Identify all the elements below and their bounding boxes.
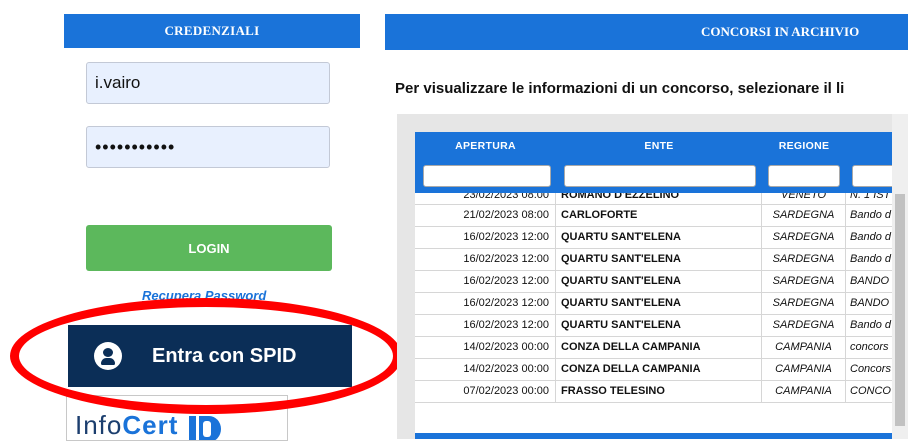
cell-regione: CAMPANIA [762,359,846,381]
page-scrollbar[interactable] [892,114,908,439]
infocert-id-button[interactable]: InfoCert [66,395,288,441]
cell-ente: QUARTU SANT'ELENA [556,315,762,337]
cell-apertura: 16/02/2023 12:00 [415,271,556,293]
user-icon [94,342,122,370]
table-row[interactable]: 16/02/2023 12:00 QUARTU SANT'ELENA SARDEGN… [415,249,908,271]
cell-apertura: 16/02/2023 12:00 [415,293,556,315]
archive-panel: CONCORSI IN ARCHIVIO Per visualizzare le… [385,0,908,439]
spid-login-button[interactable]: Entra con SPID [68,325,352,387]
recover-password-link[interactable]: Recupera Password [142,288,282,308]
table-body: 23/02/2023 08:00 ROMANO D'EZZELINO VENETO N… [415,193,908,439]
scrollbar-thumb[interactable] [895,194,905,426]
infocert-logo: InfoCert [75,410,179,440]
cell-ente: QUARTU SANT'ELENA [556,293,762,315]
cell-regione: CAMPANIA [762,381,846,403]
table-row[interactable]: 21/02/2023 08:00 CARLOFORTE SARDEGNA Bando … [415,205,908,227]
cell-regione: SARDEGNA [762,205,846,227]
archive-header: CONCORSI IN ARCHIVIO [385,14,908,50]
username-field[interactable] [86,62,330,104]
cell-regione: SARDEGNA [762,227,846,249]
table-row[interactable]: 23/02/2023 08:00 ROMANO D'EZZELINO VENETO N… [415,193,908,205]
column-header-ente[interactable]: ENTE [556,132,762,165]
infocert-logo-prefix: Info [75,410,123,440]
cell-apertura: 16/02/2023 12:00 [415,249,556,271]
instructions-text: Per visualizzare le informazioni di un c… [395,80,845,97]
cell-apertura: 14/02/2023 00:00 [415,337,556,359]
cell-regione: SARDEGNA [762,249,846,271]
cell-apertura: 21/02/2023 08:00 [415,205,556,227]
credentials-header: CREDENZIALI [64,14,360,48]
cell-ente: CONZA DELLA CAMPANIA [556,337,762,359]
filter-regione-input[interactable] [768,165,840,187]
cell-ente: FRASSO TELESINO [556,381,762,403]
cell-ente: QUARTU SANT'ELENA [556,271,762,293]
cell-apertura: 16/02/2023 12:00 [415,315,556,337]
table-row[interactable]: 16/02/2023 12:00 QUARTU SANT'ELENA SARDEGN… [415,227,908,249]
cell-regione: VENETO [762,193,846,205]
cell-regione: SARDEGNA [762,293,846,315]
password-field[interactable] [86,126,330,168]
cell-ente: CARLOFORTE [556,205,762,227]
cell-apertura: 07/02/2023 00:00 [415,381,556,403]
cell-regione: SARDEGNA [762,315,846,337]
table-filter-row [415,165,908,193]
cell-ente: QUARTU SANT'ELENA [556,249,762,271]
table-row[interactable]: 16/02/2023 12:00 QUARTU SANT'ELENA SARDEGN… [415,271,908,293]
cell-ente: QUARTU SANT'ELENA [556,227,762,249]
infocert-logo-suffix: Cert [122,410,179,440]
filter-apertura-input[interactable] [423,165,551,187]
login-button[interactable]: LOGIN [86,225,332,271]
table-row[interactable]: 14/02/2023 00:00 CONZA DELLA CAMPANIA CAMP… [415,337,908,359]
cell-regione: CAMPANIA [762,337,846,359]
table-row[interactable]: 14/02/2023 00:00 CONZA DELLA CAMPANIA CAMP… [415,359,908,381]
cell-ente: ROMANO D'EZZELINO [556,193,762,205]
table-row[interactable]: 16/02/2023 12:00 QUARTU SANT'ELENA SARDEGN… [415,293,908,315]
column-header-regione[interactable]: REGIONE [762,132,846,165]
table-footer [415,433,908,439]
table-row[interactable]: 16/02/2023 12:00 QUARTU SANT'ELENA SARDEGN… [415,315,908,337]
infocert-id-icon [189,416,221,440]
table-row[interactable]: 07/02/2023 00:00 FRASSO TELESINO CAMPANIA C… [415,381,908,403]
cell-apertura: 23/02/2023 08:00 [415,193,556,205]
cell-apertura: 14/02/2023 00:00 [415,359,556,381]
column-header-apertura[interactable]: APERTURA [415,132,556,165]
filter-ente-input[interactable] [564,165,756,187]
concorsi-table: APERTURA ENTE REGIONE 23/02/2023 08:00 RO… [397,114,908,439]
spid-button-label: Entra con SPID [152,344,297,367]
cell-apertura: 16/02/2023 12:00 [415,227,556,249]
table-header-row: APERTURA ENTE REGIONE [415,132,908,165]
credentials-panel: CREDENZIALI LOGIN Recupera Password Entr… [0,0,402,441]
cell-ente: CONZA DELLA CAMPANIA [556,359,762,381]
cell-regione: SARDEGNA [762,271,846,293]
